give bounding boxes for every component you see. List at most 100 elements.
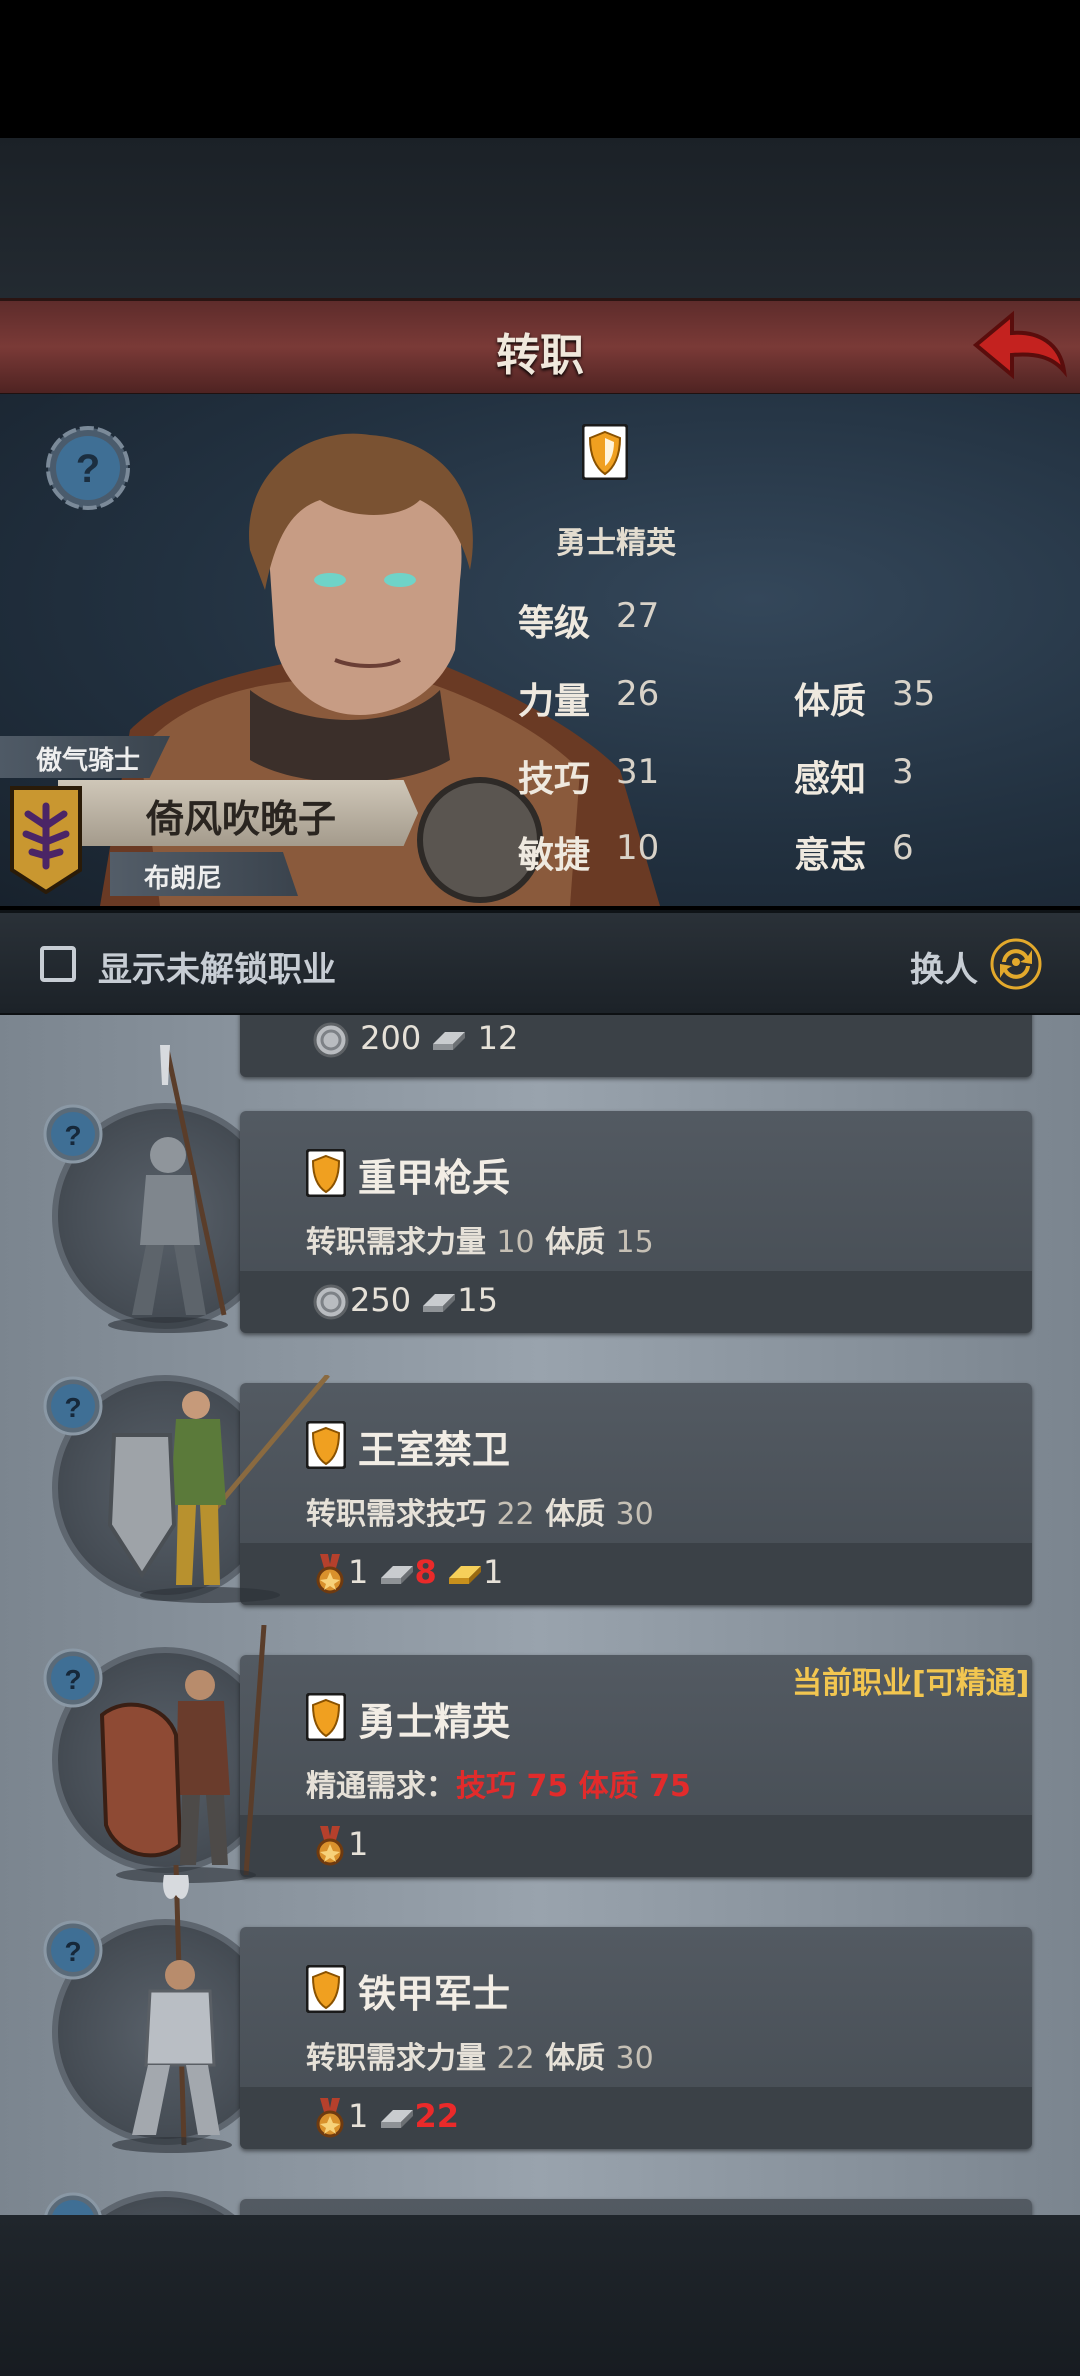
iron-ingot-icon bbox=[380, 1566, 413, 1584]
class-requirement: 转职需求力量 22 体质 30 bbox=[306, 2033, 654, 2077]
agility-value: 10 bbox=[616, 828, 660, 868]
req2-value: 30 bbox=[615, 2041, 654, 2076]
faction-banner-icon bbox=[10, 786, 82, 894]
show-locked-label[interactable]: 显示未解锁职业 bbox=[98, 942, 336, 991]
class-card-partial[interactable] bbox=[240, 2199, 1032, 2215]
req1-label: 技巧 bbox=[456, 1769, 516, 1804]
req1-label: 技巧 bbox=[426, 1497, 486, 1532]
help-icon[interactable] bbox=[42, 2191, 104, 2215]
bottom-backdrop bbox=[0, 2215, 1080, 2376]
royal-guard-sprite bbox=[107, 1375, 330, 1603]
strength-label: 力量 bbox=[518, 681, 591, 722]
class-requirement: 精通需求：技巧 75 体质 75 bbox=[306, 1761, 691, 1805]
req1-value: 22 bbox=[496, 2041, 535, 2076]
constitution-value: 35 bbox=[892, 674, 936, 714]
class-shield-icon bbox=[306, 1149, 346, 1197]
req2-value: 30 bbox=[615, 1497, 654, 1532]
cost-ingot: 8 bbox=[414, 1553, 437, 1591]
svg-text:?: ? bbox=[64, 1936, 81, 1967]
req2-value: 15 bbox=[615, 1225, 654, 1260]
req2-label: 体质 bbox=[545, 1225, 606, 1260]
class-card-royal-guard[interactable]: 王室禁卫 转职需求技巧 22 体质 30 1 8 1 bbox=[240, 1383, 1032, 1605]
req2-value: 75 bbox=[649, 1769, 691, 1804]
svg-text:?: ? bbox=[76, 447, 100, 491]
iron-ingot-icon bbox=[423, 1294, 456, 1312]
class-list[interactable]: 200 12 重甲枪兵 转职需求力量 10 体质 15 250 15 ? 王室禁… bbox=[0, 1015, 1080, 2215]
svg-text:?: ? bbox=[64, 1664, 81, 1695]
class-requirement: 转职需求力量 10 体质 15 bbox=[306, 1217, 654, 1261]
medal-icon bbox=[316, 1826, 344, 1866]
class-requirement: 转职需求技巧 22 体质 30 bbox=[306, 1489, 654, 1533]
class-shield-icon bbox=[306, 1965, 346, 2013]
show-locked-checkbox[interactable] bbox=[40, 946, 76, 982]
header-bar: 转职 bbox=[0, 298, 1080, 397]
perception-label: 感知 bbox=[794, 759, 867, 800]
heavy-pikeman-sprite bbox=[108, 1045, 228, 1333]
req1-label: 力量 bbox=[426, 2041, 486, 2076]
cost-ingot: 22 bbox=[414, 2097, 460, 2135]
strength-value: 26 bbox=[616, 674, 660, 714]
class-name: 王室禁卫 bbox=[358, 1428, 511, 1472]
class-card-partial[interactable]: 200 12 bbox=[240, 1015, 1032, 1077]
req2-label: 体质 bbox=[545, 1497, 606, 1532]
hero-title: 傲气骑士 bbox=[36, 746, 141, 776]
class-card-iron-soldier[interactable]: 铁甲军士 转职需求力量 22 体质 30 1 22 bbox=[240, 1927, 1032, 2149]
medal-icon bbox=[316, 2098, 344, 2138]
help-icon[interactable]: ? bbox=[42, 1103, 104, 1165]
swap-hero-icon[interactable] bbox=[990, 938, 1042, 990]
silver-coin-icon bbox=[313, 1022, 349, 1058]
req-prefix: 精通需求： bbox=[306, 1769, 456, 1804]
perception-value: 3 bbox=[892, 752, 914, 792]
cost-medal: 1 bbox=[348, 2097, 369, 2135]
help-icon[interactable]: ? bbox=[42, 1647, 104, 1709]
cost-ingot: 15 bbox=[457, 1281, 498, 1319]
will-value: 6 bbox=[892, 828, 914, 868]
skill-value: 31 bbox=[616, 752, 660, 792]
cost-silver: 200 bbox=[360, 1019, 422, 1057]
iron-ingot-icon bbox=[380, 2110, 413, 2128]
agility-label: 敏捷 bbox=[518, 835, 591, 876]
gold-bar-icon bbox=[448, 1566, 481, 1584]
req-prefix: 转职需求 bbox=[306, 2041, 426, 2076]
cost-row: 200 12 bbox=[312, 1019, 518, 1059]
cost-row: 250 15 bbox=[312, 1281, 498, 1321]
cost-row: 1 8 1 bbox=[312, 1553, 503, 1594]
iron-ingot-icon bbox=[433, 1032, 466, 1050]
req2-label: 体质 bbox=[578, 1769, 639, 1804]
page-title: 转职 bbox=[496, 330, 584, 381]
req1-value: 10 bbox=[496, 1225, 535, 1260]
hero-name: 倚风吹晚子 bbox=[146, 797, 337, 841]
current-class-tag: 当前职业[可精通] bbox=[792, 1666, 1030, 1701]
cost-ingot: 12 bbox=[477, 1019, 519, 1057]
cost-row: 1 22 bbox=[312, 2097, 459, 2138]
silver-coin-icon bbox=[313, 1284, 349, 1320]
hero-subtitle: 布朗尼 bbox=[144, 864, 223, 894]
card-cost-row: 250 15 bbox=[240, 1271, 1032, 1333]
will-label: 意志 bbox=[794, 835, 867, 876]
req1-value: 75 bbox=[526, 1769, 569, 1804]
swap-hero-label[interactable]: 换人 bbox=[910, 942, 978, 991]
svg-text:?: ? bbox=[64, 1392, 81, 1423]
cost-medal: 1 bbox=[348, 1825, 369, 1863]
top-backdrop bbox=[0, 138, 1080, 298]
elite-warrior-sprite bbox=[99, 1625, 267, 1883]
help-icon[interactable]: ? bbox=[42, 1375, 104, 1437]
skill-label: 技巧 bbox=[518, 759, 591, 800]
class-shield-icon bbox=[306, 1693, 346, 1741]
cost-silver: 250 bbox=[350, 1281, 412, 1319]
card-cost-row: 1 bbox=[240, 1815, 1032, 1877]
req1-value: 22 bbox=[496, 1497, 535, 1532]
back-arrow-icon[interactable] bbox=[968, 307, 1068, 387]
class-shield-icon bbox=[582, 424, 628, 480]
constitution-label: 体质 bbox=[794, 681, 867, 722]
req2-label: 体质 bbox=[545, 2041, 606, 2076]
cost-medal: 1 bbox=[348, 1553, 369, 1591]
hero-class-name: 勇士精英 bbox=[556, 526, 676, 561]
card-cost-row: 1 22 bbox=[240, 2087, 1032, 2149]
svg-text:?: ? bbox=[64, 1120, 81, 1151]
help-icon[interactable]: ? bbox=[42, 1919, 104, 1981]
cost-gold: 1 bbox=[482, 1553, 504, 1591]
req1-label: 力量 bbox=[426, 1225, 486, 1260]
class-name: 勇士精英 bbox=[358, 1700, 511, 1744]
class-card-heavy-pikeman[interactable]: 重甲枪兵 转职需求力量 10 体质 15 250 15 bbox=[240, 1111, 1032, 1333]
